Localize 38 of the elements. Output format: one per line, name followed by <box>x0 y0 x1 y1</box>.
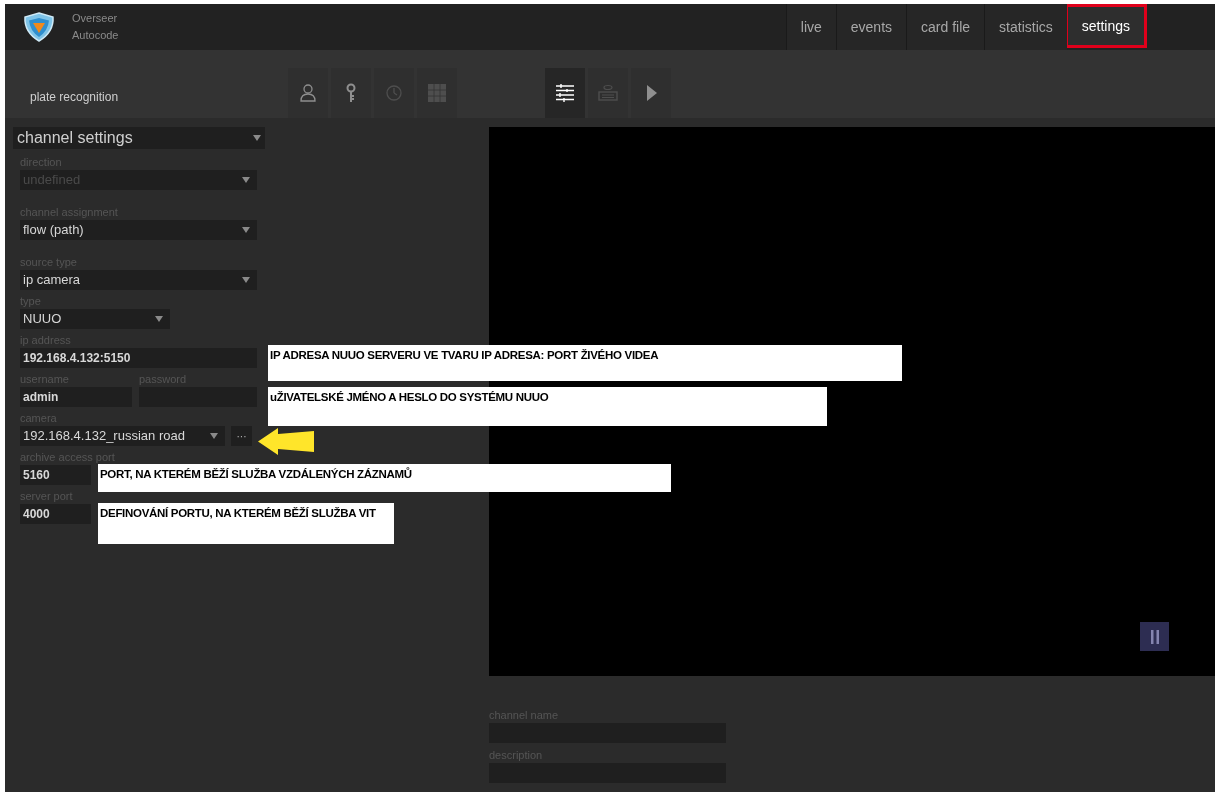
caret-icon <box>253 135 261 141</box>
caret-icon <box>242 277 250 283</box>
grid-icon <box>427 83 447 103</box>
input-field[interactable]: admin <box>20 387 132 407</box>
caret-icon <box>242 177 250 183</box>
caret-icon <box>210 433 218 439</box>
browse-button[interactable]: ··· <box>231 426 252 446</box>
shield-logo-icon <box>22 12 56 42</box>
nav-tab[interactable]: live <box>785 4 836 50</box>
module-title: plate recognition <box>30 89 119 106</box>
clock-icon <box>384 83 404 103</box>
pause-icon <box>1150 629 1159 644</box>
arrow-icon <box>258 428 314 455</box>
input-field[interactable]: 5160 <box>20 465 91 485</box>
nav-tab[interactable]: card file <box>906 4 985 50</box>
person-icon <box>298 83 318 103</box>
nav-tab[interactable]: events <box>835 4 907 50</box>
caret-icon <box>242 227 250 233</box>
annotation-note: PORT, NA KTERÉM BĚŽÍ SLUŽBA VZDÁLENÝCH ZÁZNAMŮ <box>98 464 671 492</box>
annotation-note: IP ADRESA NUUO SERVERU VE TVARU IP ADRESA: PORT ŽIVÉHO VIDEA <box>268 345 902 381</box>
pause-button[interactable] <box>1140 622 1169 651</box>
caret-icon <box>155 316 163 322</box>
annotation-note: DEFINOVÁNÍ PORTU, NA KTERÉM BĚŽÍ SLUŽBA VIT <box>98 503 394 544</box>
input-field[interactable]: 192.168.4.132:5150 <box>20 348 257 368</box>
dropdown[interactable]: ip camera <box>20 270 257 290</box>
dropdown[interactable]: NUUO <box>20 309 170 329</box>
toolbar-button[interactable] <box>545 68 585 118</box>
section-select[interactable]: channel settings <box>13 127 265 149</box>
app-name: Overseer <box>72 11 119 26</box>
nav-tab[interactable]: settings <box>1066 4 1147 48</box>
list-icon <box>555 83 575 103</box>
app-name: Autocode <box>72 28 119 43</box>
input-field[interactable]: 4000 <box>20 504 91 524</box>
dropdown[interactable]: 192.168.4.132_russian road <box>20 426 225 446</box>
annotation-note: uŽIVATELSKÉ JMÉNO A HESLO DO SYSTÉMU NUUO <box>268 387 827 426</box>
keyboard-icon <box>598 83 618 103</box>
nav-tab[interactable]: statistics <box>984 4 1067 50</box>
dropdown[interactable]: flow (path) <box>20 220 257 240</box>
